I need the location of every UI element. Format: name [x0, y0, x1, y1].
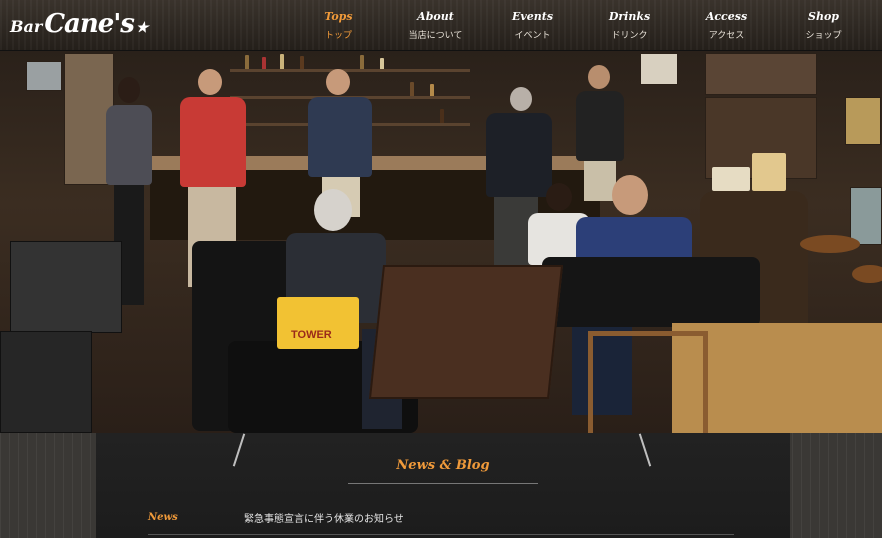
nav-label-en: Drinks	[608, 10, 651, 23]
bottle	[262, 57, 266, 69]
shopping-bag	[752, 153, 786, 191]
bottle	[360, 55, 364, 69]
nav-item-tops[interactable]: Tops トップ	[290, 10, 387, 41]
nav-item-about[interactable]: About 当店について	[387, 10, 484, 41]
site-header: Bar Cane's ★ Tops トップ About 当店について Event…	[0, 0, 882, 51]
bottle	[440, 109, 444, 123]
section-title: News & Blog	[396, 458, 490, 473]
nav-label-en: About	[417, 10, 454, 23]
news-board: News & Blog News 緊急事態宣言に伴う休業のお知らせ	[96, 433, 790, 538]
logo-prefix: Bar	[10, 17, 43, 36]
wooden-chair	[588, 331, 708, 433]
lounge-table	[368, 265, 564, 399]
bottle	[300, 56, 304, 69]
record-shelf	[705, 53, 817, 95]
wall-tv	[26, 61, 62, 91]
bag-label: TOWER	[291, 329, 332, 341]
nav-label-ja: イベント	[514, 31, 551, 41]
bar-stool	[800, 235, 860, 253]
news-category-label: News	[148, 512, 178, 523]
nav-label-en: Access	[705, 10, 748, 23]
wall-frame	[850, 187, 882, 245]
bottle	[430, 84, 434, 96]
title-divider	[348, 483, 538, 484]
wall-frame	[845, 97, 881, 145]
nav-item-events[interactable]: Events イベント	[484, 10, 581, 41]
audio-rack	[0, 331, 92, 433]
nav-item-drinks[interactable]: Drinks ドリンク	[581, 10, 678, 41]
nav-item-access[interactable]: Access アクセス	[678, 10, 775, 41]
wall-frame	[640, 53, 678, 85]
news-item-link[interactable]: 緊急事態宣言に伴う休業のお知らせ	[244, 510, 404, 525]
leather-sofa	[542, 257, 760, 327]
news-section: News & Blog News 緊急事態宣言に伴う休業のお知らせ	[0, 433, 882, 538]
bottle	[410, 82, 414, 96]
bottle	[280, 54, 284, 69]
nav-label-ja: 当店について	[408, 31, 463, 41]
star-icon: ★	[135, 20, 149, 36]
bottle	[380, 58, 384, 69]
bar-stool	[852, 265, 882, 283]
hero-photo: TOWER	[0, 51, 882, 433]
nav-label-ja: トップ	[324, 31, 352, 41]
nav-label-ja: ショップ	[805, 31, 842, 41]
logo-name: Cane's	[44, 9, 135, 39]
dj-turntable	[10, 241, 122, 333]
nav-label-en: Shop	[808, 10, 839, 23]
nav-label-ja: アクセス	[708, 31, 745, 41]
news-divider	[148, 534, 734, 535]
shopping-bag	[712, 167, 750, 191]
tower-records-bag: TOWER	[277, 297, 359, 349]
main-nav: Tops トップ About 当店について Events イベント Drinks…	[290, 10, 872, 41]
nav-item-shop[interactable]: Shop ショップ	[775, 10, 872, 41]
nav-label-en: Tops	[324, 10, 353, 23]
nav-label-ja: ドリンク	[611, 31, 648, 41]
site-logo[interactable]: Bar Cane's ★	[10, 9, 148, 39]
bottle	[245, 55, 249, 69]
nav-label-en: Events	[511, 10, 554, 23]
